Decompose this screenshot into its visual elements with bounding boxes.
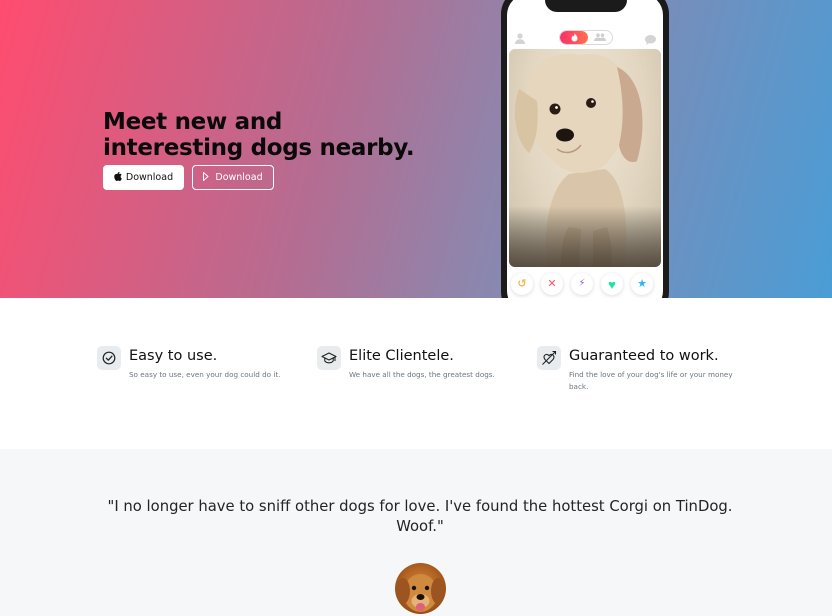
graduation-cap-icon bbox=[317, 346, 341, 370]
like-icon[interactable]: ♥ bbox=[601, 273, 623, 295]
flame-icon bbox=[560, 31, 588, 44]
hero-title: Meet new and interesting dogs nearby. bbox=[103, 109, 415, 161]
boost-glyph: ⚡ bbox=[578, 278, 586, 289]
phone-notch bbox=[545, 0, 627, 12]
dog-avatar bbox=[395, 563, 446, 614]
super-like-icon[interactable]: ★ bbox=[631, 273, 653, 295]
dog-illustration bbox=[509, 49, 661, 267]
heart-arrow-icon bbox=[537, 346, 561, 370]
boost-icon[interactable]: ⚡ bbox=[571, 273, 593, 295]
phone-mockup: ↺ ✕ ⚡ ♥ ★ bbox=[501, 0, 669, 298]
testimonial-section: "I no longer have to sniff other dogs fo… bbox=[0, 449, 832, 616]
phone-screen: ↺ ✕ ⚡ ♥ ★ bbox=[507, 0, 663, 298]
feature-text: Find the love of your dog's life or your… bbox=[569, 370, 733, 391]
chat-bubble-icon[interactable] bbox=[645, 32, 656, 45]
apple-icon bbox=[114, 171, 122, 184]
google-play-download-button[interactable]: Download bbox=[192, 165, 274, 190]
rewind-glyph: ↺ bbox=[517, 277, 527, 290]
person-icon[interactable] bbox=[515, 31, 525, 44]
swipe-actions: ↺ ✕ ⚡ ♥ ★ bbox=[507, 273, 663, 297]
testimonial-quote: "I no longer have to sniff other dogs fo… bbox=[107, 498, 733, 535]
google-play-icon bbox=[203, 171, 211, 184]
apple-download-label: Download bbox=[125, 172, 174, 183]
feature-title: Guaranteed to work. bbox=[569, 348, 719, 364]
feature-title: Easy to use. bbox=[129, 348, 218, 364]
dog-avatar-illustration bbox=[396, 574, 445, 612]
group-icon bbox=[594, 33, 606, 43]
dog-photo[interactable] bbox=[509, 49, 661, 267]
rewind-icon[interactable]: ↺ bbox=[511, 273, 533, 295]
feature-title: Elite Clientele. bbox=[349, 348, 454, 364]
discovery-toggle[interactable] bbox=[559, 30, 613, 45]
hero-section: Meet new and interesting dogs nearby. Do… bbox=[0, 0, 832, 298]
features-section: Easy to use. So easy to use, even your d… bbox=[0, 298, 832, 449]
feature-text: So easy to use, even your dog could do i… bbox=[129, 370, 281, 379]
nope-glyph: ✕ bbox=[547, 277, 557, 290]
super-like-glyph: ★ bbox=[637, 277, 647, 290]
apple-download-button[interactable]: Download bbox=[103, 165, 184, 190]
feature-text: We have all the dogs, the greatest dogs. bbox=[349, 370, 495, 379]
google-play-download-label: Download bbox=[215, 172, 263, 183]
nope-icon[interactable]: ✕ bbox=[541, 273, 563, 295]
like-glyph: ♥ bbox=[608, 276, 616, 292]
circle-check-icon bbox=[97, 346, 121, 370]
